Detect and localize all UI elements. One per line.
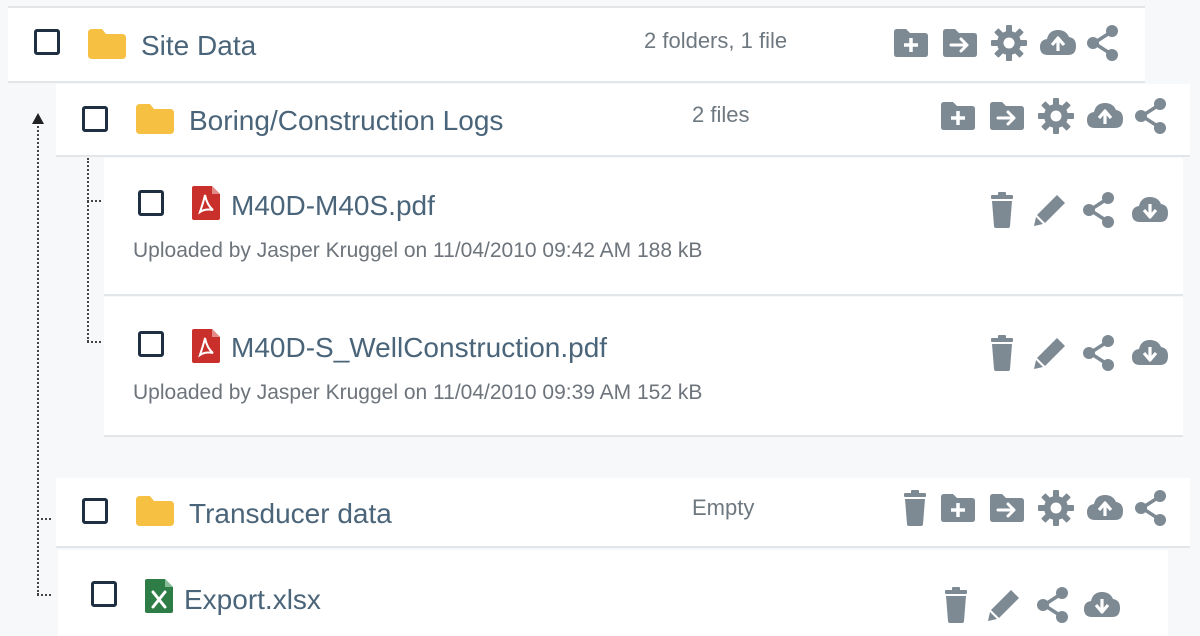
tree-arrow-icon bbox=[32, 113, 44, 124]
trash-icon bbox=[982, 333, 1022, 373]
pdf-file-icon bbox=[192, 329, 220, 363]
file-name[interactable]: Export.xlsx bbox=[184, 584, 321, 616]
trash-icon bbox=[936, 585, 976, 625]
pencil-icon bbox=[1030, 333, 1070, 373]
upload-button[interactable] bbox=[1085, 488, 1125, 528]
settings-button[interactable] bbox=[1036, 488, 1076, 528]
trash-icon bbox=[895, 488, 935, 528]
folder-row-site-data[interactable]: Site Data 2 folders, 1 file bbox=[8, 6, 1145, 83]
gear-icon bbox=[989, 23, 1029, 63]
cloud-download-icon bbox=[1130, 190, 1170, 230]
new-folder-icon bbox=[938, 96, 978, 136]
share-button[interactable] bbox=[1083, 23, 1123, 63]
share-button[interactable] bbox=[1079, 190, 1119, 230]
share-button[interactable] bbox=[1131, 96, 1171, 136]
pencil-icon bbox=[1030, 190, 1070, 230]
excel-file-icon bbox=[145, 579, 173, 613]
file-meta: Uploaded by Jasper Kruggel on 11/04/2010… bbox=[133, 239, 703, 262]
move-button[interactable] bbox=[940, 23, 980, 63]
delete-button[interactable] bbox=[895, 488, 935, 528]
rename-button[interactable] bbox=[1030, 190, 1070, 230]
gear-icon bbox=[1036, 488, 1076, 528]
share-icon bbox=[1131, 96, 1171, 136]
file-row[interactable]: M40D-M40S.pdf Uploaded by Jasper Kruggel… bbox=[104, 158, 1183, 296]
new-folder-button[interactable] bbox=[891, 23, 931, 63]
move-folder-icon bbox=[987, 488, 1027, 528]
select-checkbox[interactable] bbox=[91, 581, 117, 607]
file-meta: Uploaded by Jasper Kruggel on 11/04/2010… bbox=[133, 381, 703, 404]
download-button[interactable] bbox=[1130, 190, 1170, 230]
share-button[interactable] bbox=[1131, 488, 1171, 528]
file-row[interactable]: M40D-S_WellConstruction.pdf Uploaded by … bbox=[104, 297, 1183, 437]
cloud-upload-icon bbox=[1085, 488, 1125, 528]
folder-name[interactable]: Boring/Construction Logs bbox=[189, 105, 503, 137]
pdf-file-icon bbox=[192, 186, 220, 220]
new-folder-button[interactable] bbox=[938, 96, 978, 136]
select-checkbox[interactable] bbox=[82, 498, 108, 524]
share-icon bbox=[1083, 23, 1123, 63]
file-name[interactable]: M40D-M40S.pdf bbox=[231, 190, 435, 222]
share-icon bbox=[1131, 488, 1171, 528]
settings-button[interactable] bbox=[989, 23, 1029, 63]
cloud-upload-icon bbox=[1038, 23, 1078, 63]
delete-button[interactable] bbox=[982, 333, 1022, 373]
upload-button[interactable] bbox=[1038, 23, 1078, 63]
move-folder-icon bbox=[940, 23, 980, 63]
share-icon bbox=[1079, 333, 1119, 373]
tree-connector bbox=[37, 518, 51, 520]
new-folder-button[interactable] bbox=[938, 488, 978, 528]
tree-connector bbox=[87, 158, 89, 342]
file-row[interactable]: Export.xlsx bbox=[58, 550, 1168, 636]
tree-connector bbox=[37, 115, 39, 595]
delete-button[interactable] bbox=[982, 190, 1022, 230]
download-button[interactable] bbox=[1130, 333, 1170, 373]
folder-icon bbox=[88, 29, 126, 59]
move-button[interactable] bbox=[987, 96, 1027, 136]
new-folder-icon bbox=[891, 23, 931, 63]
item-count: 2 folders, 1 file bbox=[644, 28, 788, 53]
settings-button[interactable] bbox=[1036, 96, 1076, 136]
share-icon bbox=[1033, 585, 1073, 625]
folder-row-transducer-data[interactable]: Transducer data Empty bbox=[56, 478, 1190, 548]
rename-button[interactable] bbox=[984, 585, 1024, 625]
delete-button[interactable] bbox=[936, 585, 976, 625]
item-count: Empty bbox=[692, 495, 755, 520]
tree-connector bbox=[87, 200, 101, 202]
download-button[interactable] bbox=[1082, 585, 1122, 625]
share-button[interactable] bbox=[1033, 585, 1073, 625]
trash-icon bbox=[982, 190, 1022, 230]
share-button[interactable] bbox=[1079, 333, 1119, 373]
move-button[interactable] bbox=[987, 488, 1027, 528]
tree-connector bbox=[87, 341, 101, 343]
folder-name[interactable]: Site Data bbox=[141, 30, 256, 62]
cloud-upload-icon bbox=[1085, 96, 1125, 136]
cloud-download-icon bbox=[1082, 585, 1122, 625]
folder-row-boring-logs[interactable]: Boring/Construction Logs 2 files bbox=[56, 84, 1190, 157]
tree-connector bbox=[37, 594, 51, 596]
share-icon bbox=[1079, 190, 1119, 230]
new-folder-icon bbox=[938, 488, 978, 528]
move-folder-icon bbox=[987, 96, 1027, 136]
upload-button[interactable] bbox=[1085, 96, 1125, 136]
folder-icon bbox=[136, 104, 174, 134]
gear-icon bbox=[1036, 96, 1076, 136]
select-checkbox[interactable] bbox=[138, 190, 164, 216]
folder-icon bbox=[136, 496, 174, 526]
pencil-icon bbox=[984, 585, 1024, 625]
file-name[interactable]: M40D-S_WellConstruction.pdf bbox=[231, 332, 607, 364]
folder-name[interactable]: Transducer data bbox=[189, 498, 392, 530]
select-checkbox[interactable] bbox=[82, 106, 108, 132]
cloud-download-icon bbox=[1130, 333, 1170, 373]
item-count: 2 files bbox=[692, 102, 750, 127]
rename-button[interactable] bbox=[1030, 333, 1070, 373]
select-checkbox[interactable] bbox=[138, 331, 164, 357]
select-checkbox[interactable] bbox=[34, 29, 60, 55]
